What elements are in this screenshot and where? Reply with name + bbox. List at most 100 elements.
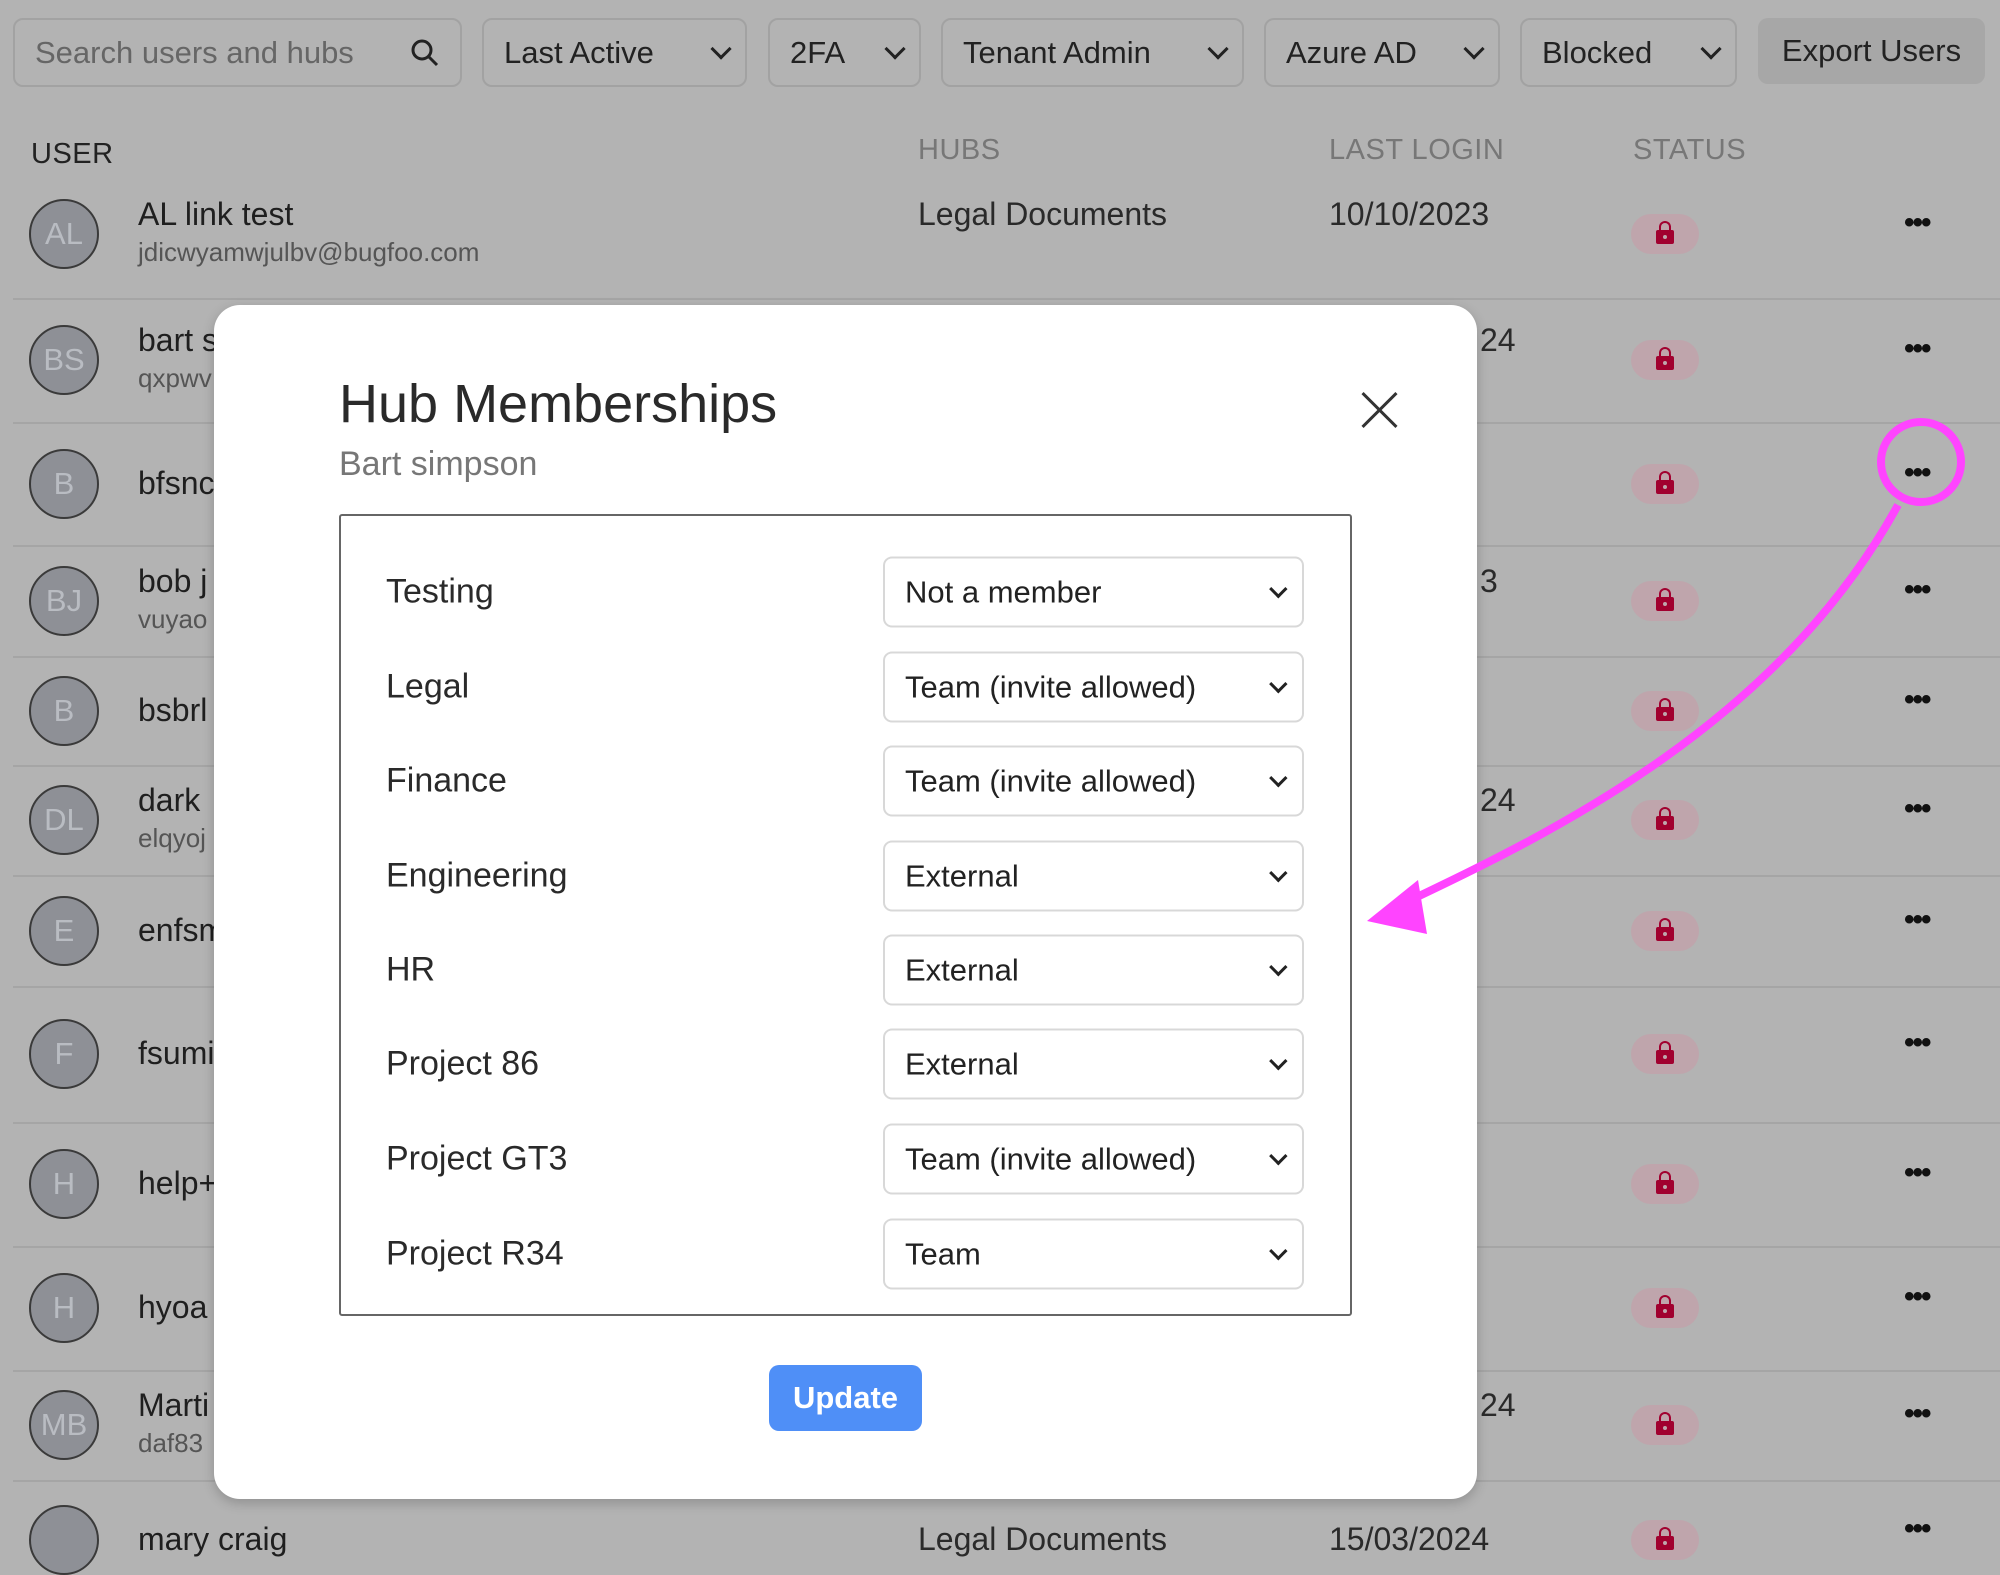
role-select[interactable]: External [883,1028,1304,1100]
user-name[interactable]: dark [138,782,200,819]
filter-azure-ad[interactable]: Azure AD [1264,18,1500,87]
user-email: vuyao [138,603,208,634]
role-value: Team (invite allowed) [905,669,1197,704]
user-hubs: Legal Documents [918,1521,1168,1557]
filter-last-active[interactable]: Last Active [482,18,747,87]
lock-icon [1656,807,1674,830]
filter-2fa[interactable]: 2FA [768,18,921,87]
chevron-down-icon [1269,1146,1288,1166]
user-name[interactable]: help+ [138,1165,217,1202]
status-badge [1631,690,1699,731]
status-badge [1631,463,1699,504]
filter-blocked[interactable]: Blocked [1520,18,1737,87]
role-select[interactable]: External [883,840,1304,912]
row-divider [13,298,2000,300]
user-name[interactable]: bart s [138,322,218,359]
more-options-button[interactable]: ••• [1904,1156,1931,1190]
column-header-user[interactable]: USER [31,138,114,171]
user-last-login: 3 [1480,562,1498,599]
role-select[interactable]: External [883,934,1304,1006]
search-placeholder: Search users and hubs [35,34,354,70]
close-icon[interactable] [1358,388,1402,432]
hub-name: HR [386,950,436,989]
user-name[interactable]: bob j [138,563,207,600]
status-badge [1631,910,1699,951]
role-select[interactable]: Team (invite allowed) [883,1123,1304,1195]
user-name[interactable]: enfsm [138,912,225,949]
lock-icon [1656,1527,1674,1550]
lock-icon [1656,1412,1674,1435]
role-value: Team (invite allowed) [905,1141,1197,1176]
hub-name: Finance [386,761,507,800]
hub-name: Project R34 [386,1234,564,1273]
user-email: elqyoj [138,823,206,853]
role-value: Not a member [905,574,1102,609]
hub-name: Legal [386,667,470,706]
lock-icon [1656,347,1674,370]
more-options-button[interactable]: ••• [1904,206,1931,240]
role-select[interactable]: Team [883,1218,1304,1290]
role-value: Team [905,1236,981,1271]
filter-label: Azure AD [1286,34,1417,70]
user-name[interactable]: hyoa [138,1289,207,1326]
column-header-last-login[interactable]: LAST LOGIN [1329,134,1504,167]
more-options-button[interactable]: ••• [1904,1026,1931,1060]
status-badge [1631,800,1699,840]
role-value: Team (invite allowed) [905,763,1197,798]
user-name[interactable]: AL link test [138,196,293,233]
update-button[interactable]: Update [769,1365,922,1431]
user-name[interactable]: mary craig [138,1521,287,1558]
avatar: B [29,448,99,519]
chevron-down-icon [1269,1241,1288,1261]
filter-label: Blocked [1542,34,1653,70]
export-users-button[interactable]: Export Users [1758,18,1985,84]
hub-name: Project GT3 [386,1139,568,1178]
avatar: BS [29,325,99,395]
role-value: External [905,858,1019,893]
dialog-title: Hub Memberships [339,374,778,434]
user-email: daf83 [138,1428,204,1458]
more-options-button[interactable]: ••• [1904,792,1931,826]
role-value: External [905,1046,1019,1081]
more-options-button[interactable]: ••• [1904,456,1931,490]
more-options-button[interactable]: ••• [1904,683,1931,717]
user-name[interactable]: bfsnc [138,465,214,502]
chevron-down-icon [884,38,906,60]
user-last-login: 24 [1480,782,1516,818]
column-header-status[interactable]: STATUS [1633,134,1746,167]
more-options-button[interactable]: ••• [1904,1280,1931,1314]
avatar: H [29,1149,99,1219]
lock-icon [1656,1295,1674,1318]
role-select[interactable]: Team (invite allowed) [883,651,1304,723]
filter-label: 2FA [790,34,846,70]
chevron-down-icon [1463,38,1485,60]
column-header-hubs[interactable]: HUBS [918,134,1001,167]
more-options-button[interactable]: ••• [1904,332,1931,366]
status-badge [1631,340,1699,380]
more-options-button[interactable]: ••• [1904,1512,1931,1546]
chevron-down-icon [1269,579,1288,599]
chevron-down-icon [710,38,732,60]
role-value: External [905,952,1019,987]
lock-icon [1656,221,1674,244]
user-name[interactable]: Marti [138,1387,209,1424]
search-input[interactable]: Search users and hubs [13,18,462,87]
avatar: DL [29,785,99,855]
lock-icon [1656,470,1674,494]
lock-icon [1656,587,1674,611]
user-last-login: 15/03/2024 [1329,1521,1490,1557]
user-name[interactable]: bsbrl [138,692,207,729]
lock-icon [1656,917,1674,941]
role-select[interactable]: Not a member [883,556,1304,628]
role-select[interactable]: Team (invite allowed) [883,745,1304,817]
filter-label: Last Active [504,34,654,70]
status-badge [1631,1405,1699,1445]
status-badge [1631,1520,1699,1560]
more-options-button[interactable]: ••• [1904,903,1931,937]
avatar [29,1505,99,1575]
more-options-button[interactable]: ••• [1904,573,1931,607]
chevron-down-icon [1269,1051,1288,1071]
user-name[interactable]: fsumi [138,1035,214,1072]
more-options-button[interactable]: ••• [1904,1397,1931,1431]
filter-tenant-admin[interactable]: Tenant Admin [941,18,1244,87]
